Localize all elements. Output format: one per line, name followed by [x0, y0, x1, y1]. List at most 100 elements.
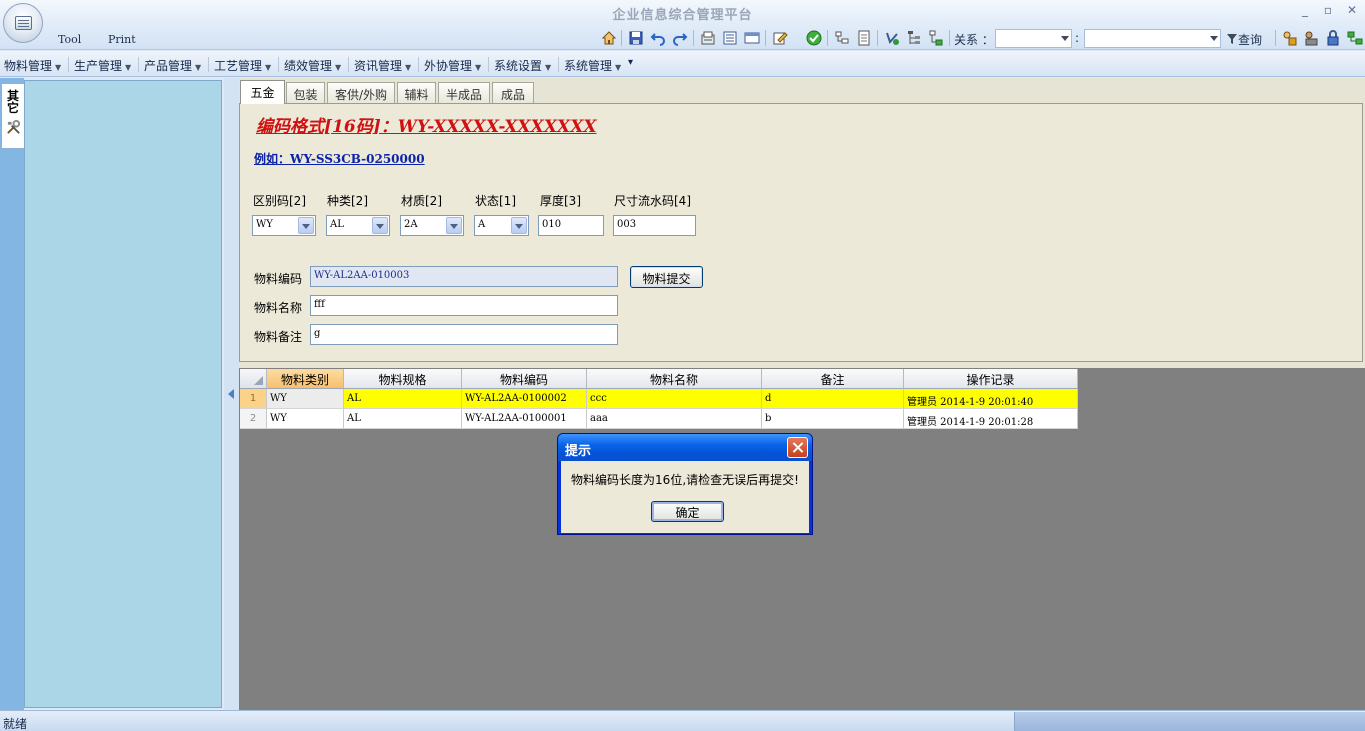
col-header-note[interactable]: 备注 — [762, 369, 904, 389]
menu-news[interactable]: 资讯管理 ▼ — [354, 57, 411, 74]
query-button[interactable]: 查询 — [1226, 31, 1262, 48]
left-tab-label: 其它 — [7, 89, 20, 115]
menu-bar: 物料管理 ▼ 生产管理 ▼ 产品管理 ▼ 工艺管理 ▼ 绩效管理 ▼ 资讯管理 ▼ 外协管理… — [0, 51, 1365, 77]
tab-packaging[interactable]: 包装 — [286, 82, 325, 103]
network-icon[interactable] — [1347, 30, 1363, 46]
table-cell[interactable]: b — [762, 409, 904, 429]
chevron-down-icon[interactable] — [372, 217, 388, 234]
material-note-input[interactable]: g — [310, 324, 618, 345]
colon-label: : — [1075, 31, 1080, 45]
tab-finished[interactable]: 成品 — [492, 82, 534, 103]
table-cell[interactable]: d — [762, 389, 904, 409]
filter-icon — [1227, 34, 1237, 44]
menu-process[interactable]: 工艺管理 ▼ — [214, 57, 271, 74]
menu-overflow[interactable]: ▾ — [628, 57, 633, 68]
table-cell[interactable]: ccc — [587, 389, 762, 409]
tree-icon[interactable] — [834, 30, 850, 46]
chevron-down-icon[interactable] — [511, 217, 527, 234]
table-cell[interactable]: AL — [344, 409, 462, 429]
status-select[interactable]: A — [474, 215, 529, 236]
region-code-select[interactable]: WY — [252, 215, 316, 236]
material-name-input[interactable]: fff — [310, 295, 618, 316]
doc-icon[interactable] — [856, 30, 872, 46]
menu-material[interactable]: 物料管理 ▼ — [4, 57, 61, 74]
save-icon[interactable] — [628, 30, 644, 46]
menu-production[interactable]: 生产管理 ▼ — [74, 57, 131, 74]
relation-combo[interactable] — [995, 29, 1072, 48]
hierarchy-icon[interactable] — [906, 30, 922, 46]
table-cell[interactable]: WY-AL2AA-0100001 — [462, 409, 587, 429]
menu-performance[interactable]: 绩效管理 ▼ — [284, 57, 341, 74]
col-header-log[interactable]: 操作记录 — [904, 369, 1078, 389]
collapse-arrow-icon[interactable] — [228, 389, 234, 399]
table-cell[interactable]: WY — [267, 389, 344, 409]
code-format-title: 编码格式[16码]：WY-XXXXX-XXXXXXX — [256, 117, 597, 137]
table-cell[interactable]: aaa — [587, 409, 762, 429]
card-view-icon[interactable] — [744, 30, 760, 46]
edit-icon[interactable] — [772, 30, 788, 46]
menu-print[interactable]: Print — [108, 33, 136, 46]
chevron-down-icon[interactable] — [446, 217, 462, 234]
material-label: 材质[2] — [401, 194, 442, 208]
row-number: 1 — [240, 389, 267, 409]
dialog-message: 物料编码长度为16位,请检查无误后再提交! — [571, 473, 799, 487]
col-header-spec[interactable]: 物料规格 — [344, 369, 462, 389]
dialog-title-bar[interactable]: 提示 — [558, 434, 812, 461]
thickness-label: 厚度[3] — [540, 194, 581, 208]
col-header-code[interactable]: 物料编码 — [462, 369, 587, 389]
select-all-corner[interactable] — [240, 369, 267, 389]
padlock-icon[interactable] — [1325, 30, 1341, 46]
dialog-body: 物料编码长度为16位,请检查无误后再提交! 确定 — [561, 461, 809, 533]
menu-system[interactable]: 系统管理 ▼ — [564, 57, 621, 74]
restore-button[interactable]: ▫ — [1319, 3, 1337, 17]
lock-icon[interactable] — [1281, 30, 1297, 46]
material-select[interactable]: 2A — [400, 215, 464, 236]
table-cell[interactable]: WY — [267, 409, 344, 429]
menu-outsourcing[interactable]: 外协管理 ▼ — [424, 57, 481, 74]
list-view-icon[interactable] — [722, 30, 738, 46]
confirm-icon[interactable] — [806, 30, 822, 46]
users-icon[interactable] — [1303, 30, 1319, 46]
tab-customer-supplied[interactable]: 客供/外购 — [327, 82, 395, 103]
submit-material-button[interactable]: 物料提交 — [630, 266, 703, 288]
toolbar: 关系 ： : 查询 — [598, 27, 1365, 49]
menu-tool[interactable]: Tool — [58, 33, 81, 46]
tab-semi-finished[interactable]: 半成品 — [438, 82, 490, 103]
material-name-label: 物料名称 — [254, 301, 303, 315]
tab-hardware[interactable]: 五金 — [240, 80, 285, 104]
left-tab-other[interactable]: 其它 — [1, 83, 25, 149]
dialog-ok-button[interactable]: 确定 — [651, 501, 724, 522]
redo-icon[interactable] — [672, 30, 688, 46]
chevron-down-icon[interactable] — [298, 217, 314, 234]
thickness-input[interactable]: 010 — [538, 215, 604, 236]
region-code-label: 区别码[2] — [253, 194, 306, 208]
alert-dialog: 提示 物料编码长度为16位,请检查无误后再提交! 确定 — [557, 433, 813, 535]
menu-product[interactable]: 产品管理 ▼ — [144, 57, 201, 74]
table-cell[interactable]: 管理员 2014-1-9 20:01:40 — [904, 389, 1078, 409]
undo-icon[interactable] — [650, 30, 666, 46]
minimize-button[interactable]: _ — [1296, 3, 1314, 17]
close-window-button[interactable]: ✕ — [1343, 3, 1361, 17]
size-serial-input[interactable]: 003 — [613, 215, 696, 236]
tab-auxiliary[interactable]: 辅料 — [397, 82, 436, 103]
col-header-category[interactable]: 物料类别 — [267, 369, 344, 389]
refresh-icon[interactable] — [884, 30, 900, 46]
export-icon[interactable] — [700, 30, 716, 46]
table-cell[interactable]: WY-AL2AA-0100002 — [462, 389, 587, 409]
table-row[interactable]: 1 WY AL WY-AL2AA-0100002 ccc d 管理员 2014-… — [240, 389, 1078, 409]
dialog-close-button[interactable] — [787, 437, 808, 458]
kind-select[interactable]: AL — [326, 215, 390, 236]
table-cell[interactable]: AL — [344, 389, 462, 409]
table-row[interactable]: 2 WY AL WY-AL2AA-0100001 aaa b 管理员 2014-… — [240, 409, 1078, 429]
material-code-field[interactable]: WY-AL2AA-010003 — [310, 266, 618, 287]
tree-add-icon[interactable] — [928, 30, 944, 46]
col-header-name[interactable]: 物料名称 — [587, 369, 762, 389]
status-text: 就绪 — [3, 717, 28, 731]
home-icon[interactable] — [601, 30, 617, 46]
relation-label: 关系 ： — [954, 33, 994, 47]
value-combo[interactable] — [1084, 29, 1221, 48]
menu-settings[interactable]: 系统设置 ▼ — [494, 57, 551, 74]
left-panel — [24, 80, 222, 708]
table-cell[interactable]: 管理员 2014-1-9 20:01:28 — [904, 409, 1078, 429]
material-code-label: 物料编码 — [254, 272, 303, 286]
